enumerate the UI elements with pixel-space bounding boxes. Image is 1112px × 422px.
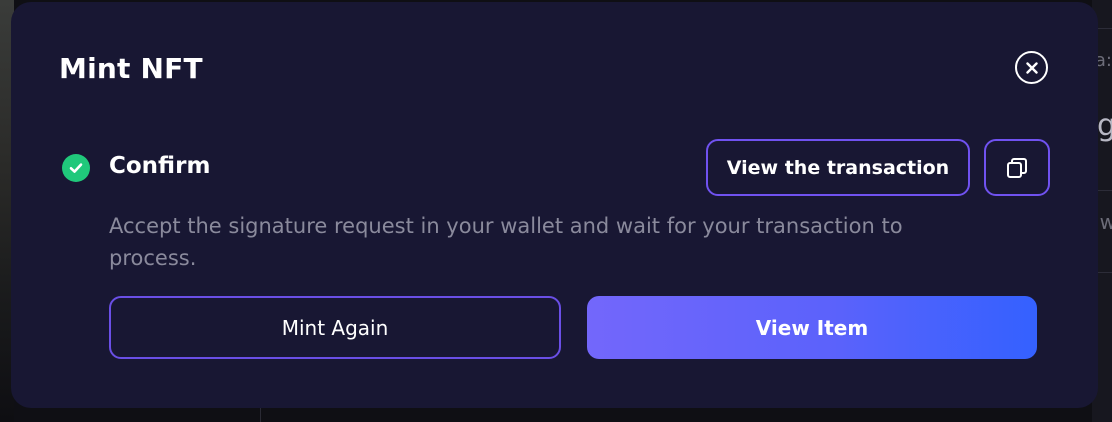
copy-icon — [1007, 157, 1027, 178]
step-title: Confirm — [109, 153, 211, 179]
view-transaction-button[interactable]: View the transaction — [706, 139, 970, 196]
view-item-button[interactable]: View Item — [587, 296, 1037, 359]
background-text: w — [1099, 210, 1112, 234]
modal-title: Mint NFT — [59, 52, 203, 85]
mint-again-button[interactable]: Mint Again — [109, 296, 561, 359]
step-description: Accept the signature request in your wal… — [109, 214, 903, 270]
copy-button[interactable] — [984, 139, 1050, 196]
close-button[interactable] — [1015, 51, 1048, 84]
check-circle-icon — [62, 154, 90, 182]
mint-nft-modal: Mint NFT Confirm View the transaction Ac… — [11, 2, 1098, 408]
close-circle-icon — [1025, 61, 1038, 74]
background-text: g — [1096, 108, 1112, 143]
